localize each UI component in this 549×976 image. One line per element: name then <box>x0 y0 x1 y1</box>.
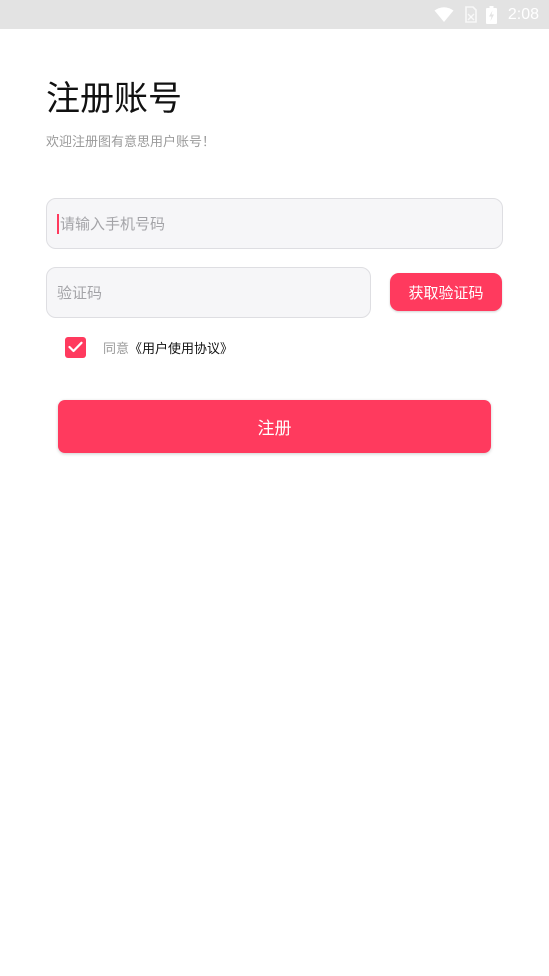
get-code-button[interactable]: 获取验证码 <box>390 273 502 311</box>
text-cursor <box>57 213 59 234</box>
verification-code-input[interactable] <box>57 268 370 317</box>
verification-code-field[interactable] <box>46 267 371 318</box>
agree-checkbox[interactable] <box>65 336 86 358</box>
sim-no-signal-icon <box>465 6 477 23</box>
wifi-icon <box>434 6 454 22</box>
status-time: 2:08 <box>507 5 539 23</box>
page-title: 注册账号 <box>46 79 182 119</box>
checkmark-icon <box>68 341 83 353</box>
page-subtitle: 欢迎注册图有意思用户账号！ <box>46 135 216 150</box>
phone-input[interactable] <box>60 199 502 248</box>
register-button[interactable]: 注册 <box>58 400 491 453</box>
status-bar: 2:08 <box>0 0 549 29</box>
agreement-row: 同意 《用户使用协议》 <box>65 336 233 358</box>
battery-charging-icon <box>485 5 497 24</box>
user-agreement-link[interactable]: 《用户使用协议》 <box>129 338 233 357</box>
phone-field[interactable] <box>46 198 503 249</box>
agree-text: 同意 <box>103 341 130 357</box>
